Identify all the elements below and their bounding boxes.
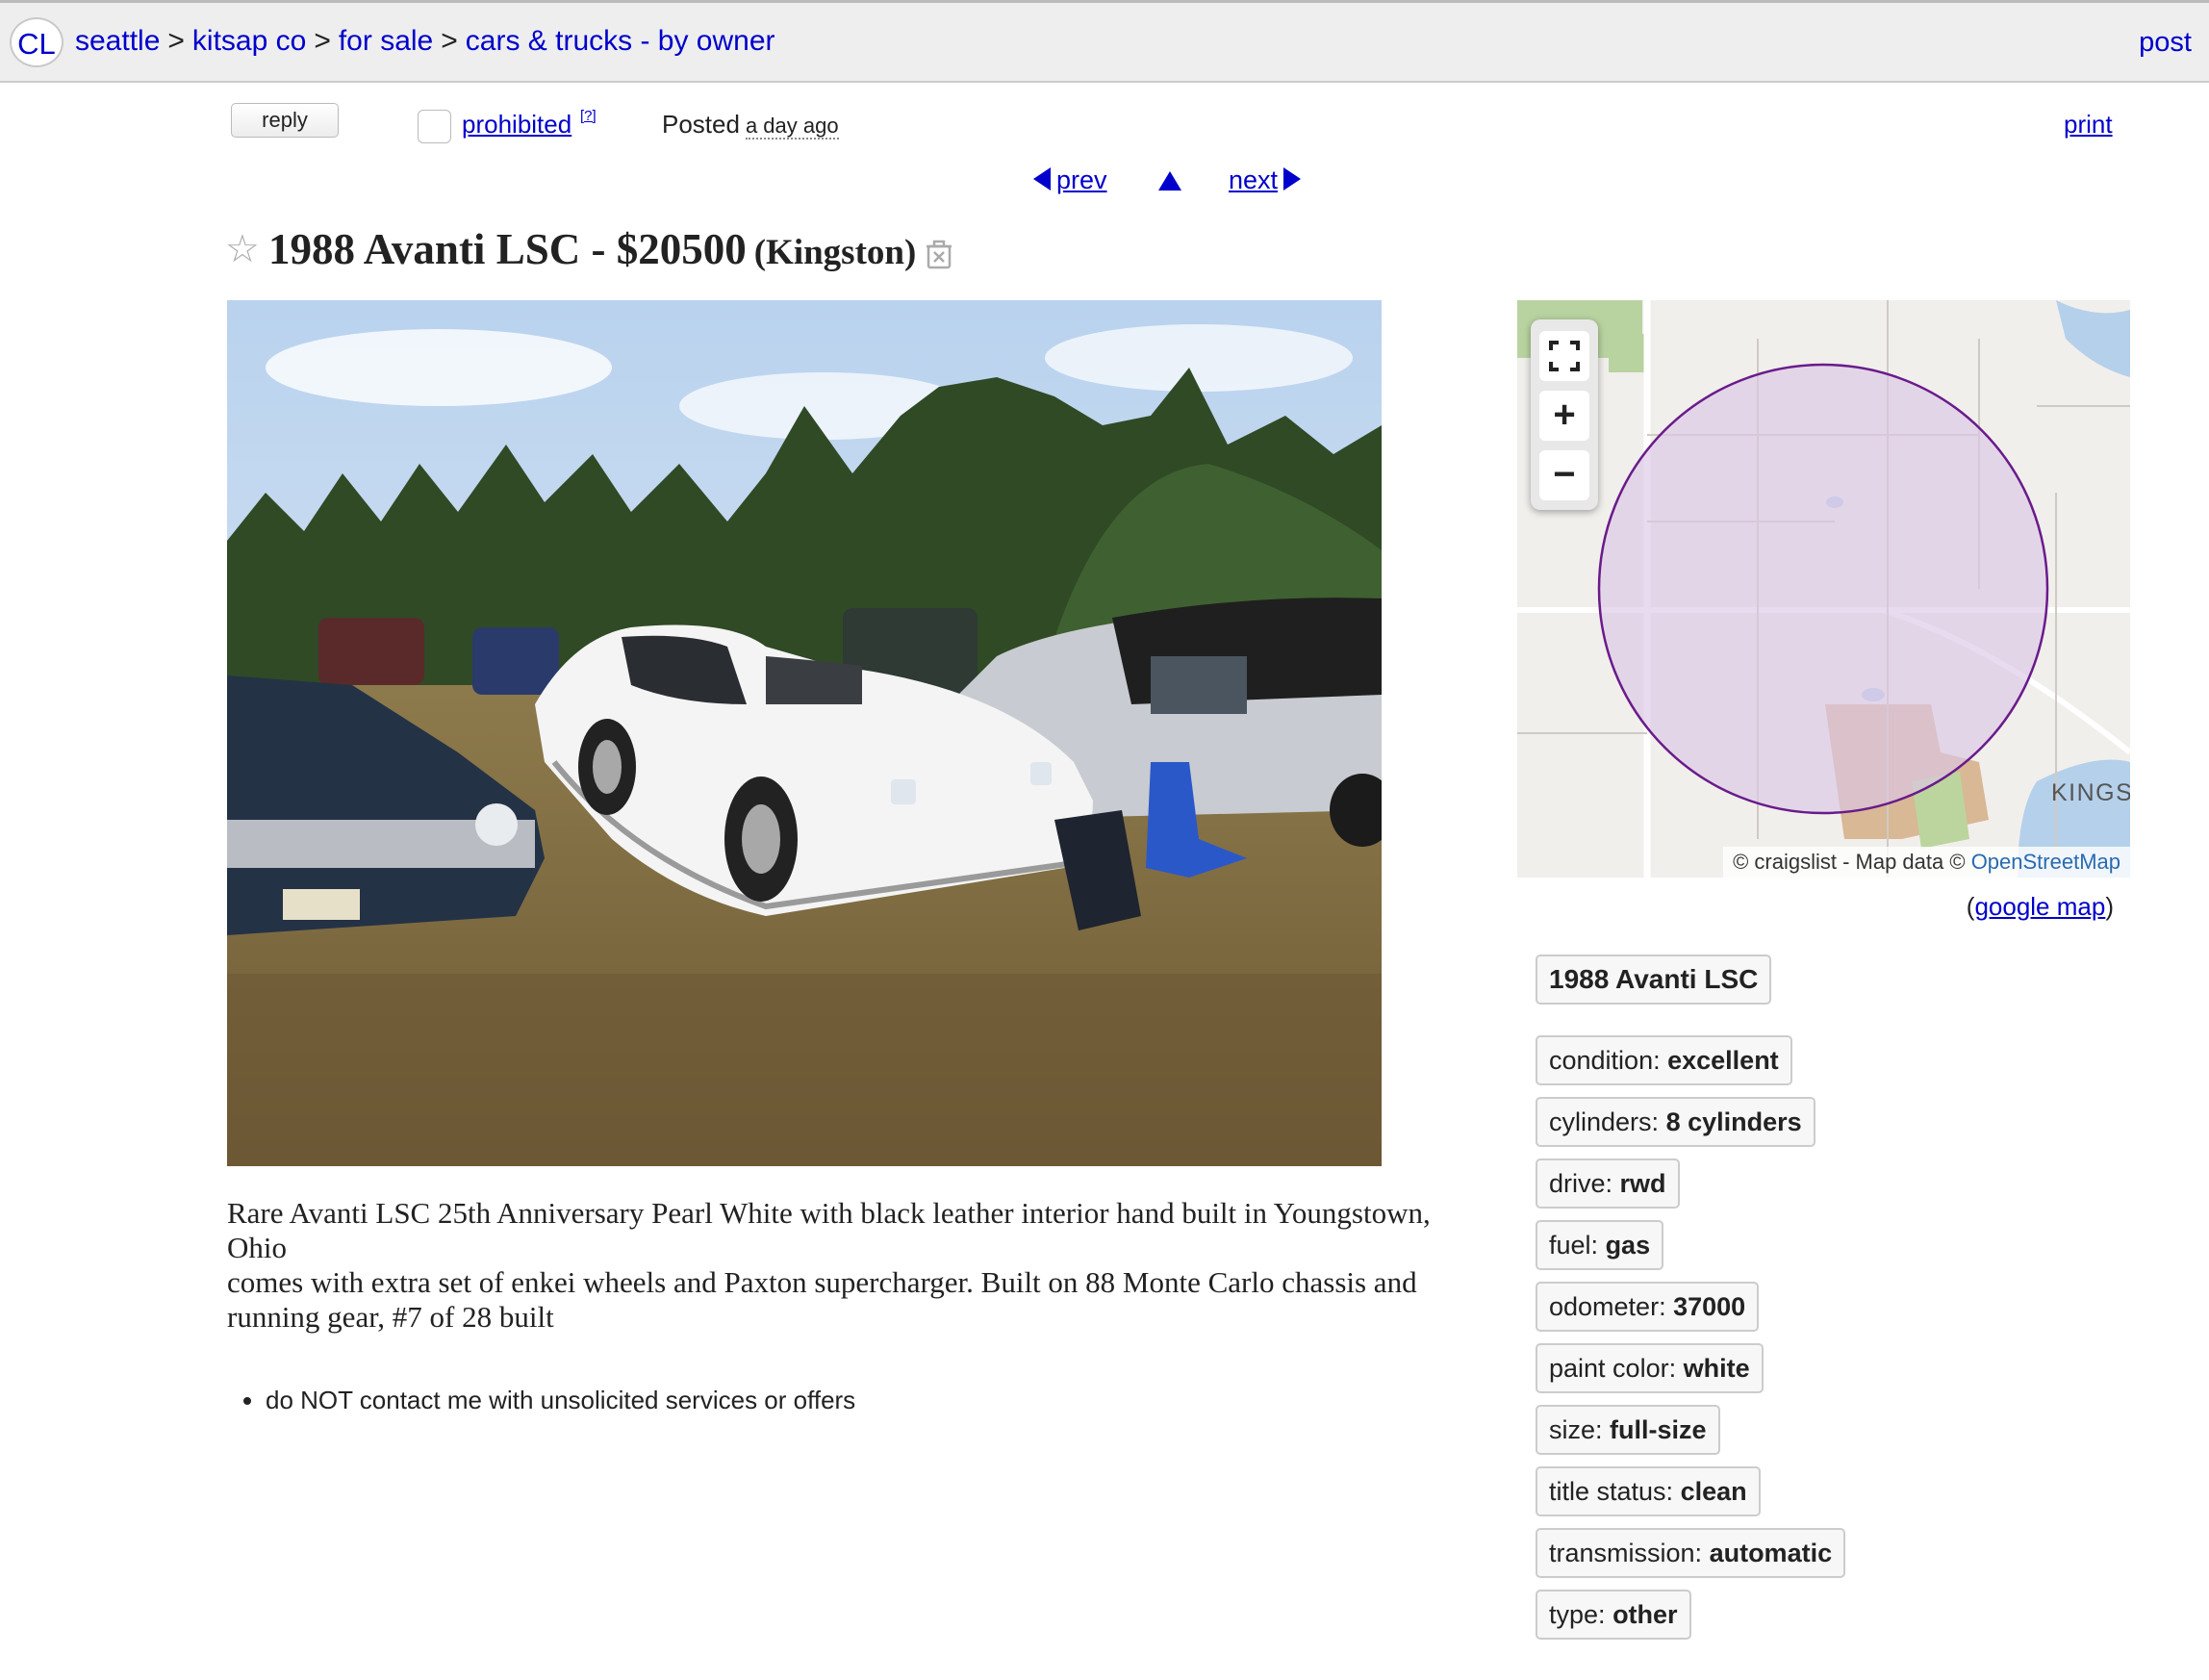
breadcrumb-cars-trucks-by-owner[interactable]: cars & trucks - by owner (466, 25, 775, 57)
attr-condition: condition: excellent (1536, 1035, 1792, 1085)
google-map-row: (google map) (1966, 892, 2114, 921)
attr-cylinders: cylinders: 8 cylinders (1536, 1097, 1815, 1147)
posting-title: 1988 Avanti LSC - $20500 (Kingston) (268, 224, 916, 274)
posting-title-text: 1988 Avanti LSC - $20500 (268, 225, 747, 273)
breadcrumb: seattle > kitsap co > for sale > cars & trucks… (75, 25, 775, 57)
reply-button[interactable]: reply (231, 103, 339, 138)
breadcrumb-seattle[interactable]: seattle (75, 25, 160, 57)
posting-location: (Kingston) (753, 233, 917, 272)
posted-ago: a day ago (745, 114, 839, 140)
attr-vehicle-title: 1988 Avanti LSC (1536, 955, 1772, 1005)
up-arrow-icon (1158, 171, 1181, 191)
openstreetmap-link[interactable]: OpenStreetMap (1971, 850, 2120, 874)
prev-link[interactable]: prev (1033, 165, 1107, 195)
attr-fuel: fuel: gas (1536, 1220, 1664, 1270)
attr-type: type: other (1536, 1590, 1691, 1640)
flag-help-link[interactable]: [?] (580, 108, 597, 124)
map-tiles[interactable]: KINGS (1517, 300, 2130, 878)
header-bar: CL seattle > kitsap co > for sale > cars & tru… (0, 0, 2209, 83)
zoom-out-button[interactable]: − (1539, 450, 1589, 500)
attr-paint-color: paint color: white (1536, 1343, 1764, 1393)
breadcrumb-kitsap-co[interactable]: kitsap co (192, 25, 306, 57)
notice-item: do NOT contact me with unsolicited servi… (266, 1386, 855, 1415)
attr-title-status: title status: clean (1536, 1466, 1761, 1516)
attr-odometer: odometer: 37000 (1536, 1282, 1760, 1332)
prohibited-flag-checkbox[interactable] (418, 110, 451, 143)
map-attribution: © craigslist - Map data © OpenStreetMap (1723, 847, 2130, 878)
google-map-link[interactable]: google map (1974, 892, 2105, 921)
up-link[interactable] (1158, 165, 1181, 195)
map-controls: + − (1531, 319, 1598, 510)
attr-size: size: full-size (1536, 1405, 1720, 1455)
fullscreen-button[interactable] (1539, 331, 1589, 381)
posted-date: Posted a day ago (662, 110, 839, 140)
next-link[interactable]: next (1229, 165, 1302, 195)
prev-arrow-icon (1033, 167, 1051, 191)
post-link[interactable]: post (2139, 27, 2192, 59)
posting-body: Rare Avanti LSC 25th Anniversary Pearl W… (227, 1196, 1487, 1335)
favorite-star-icon[interactable]: ☆ (225, 227, 260, 271)
attr-transmission: transmission: automatic (1536, 1528, 1846, 1578)
posting-body-line-1: Rare Avanti LSC 25th Anniversary Pearl W… (227, 1196, 1431, 1264)
notices-list: do NOT contact me with unsolicited servi… (227, 1386, 855, 1415)
hide-posting-icon[interactable] (924, 239, 954, 269)
next-arrow-icon (1283, 167, 1302, 191)
print-link[interactable]: print (2064, 110, 2113, 140)
listing-photo[interactable] (227, 300, 1382, 1166)
attr-drive: drive: rwd (1536, 1158, 1680, 1209)
zoom-in-button[interactable]: + (1539, 391, 1589, 441)
posting-body-line-2: comes with extra set of enkei wheels and… (227, 1265, 1417, 1334)
attr-title-group: 1988 Avanti LSC (1536, 955, 1772, 1005)
prohibited-link[interactable]: prohibited (462, 110, 571, 140)
map-place-label: KINGS (2051, 779, 2130, 806)
location-map[interactable]: KINGS + − © craigslist - Map data © Open… (1517, 300, 2130, 878)
breadcrumb-for-sale[interactable]: for sale (339, 25, 433, 57)
fullscreen-icon (1549, 341, 1580, 371)
craigslist-logo[interactable]: CL (10, 17, 63, 67)
